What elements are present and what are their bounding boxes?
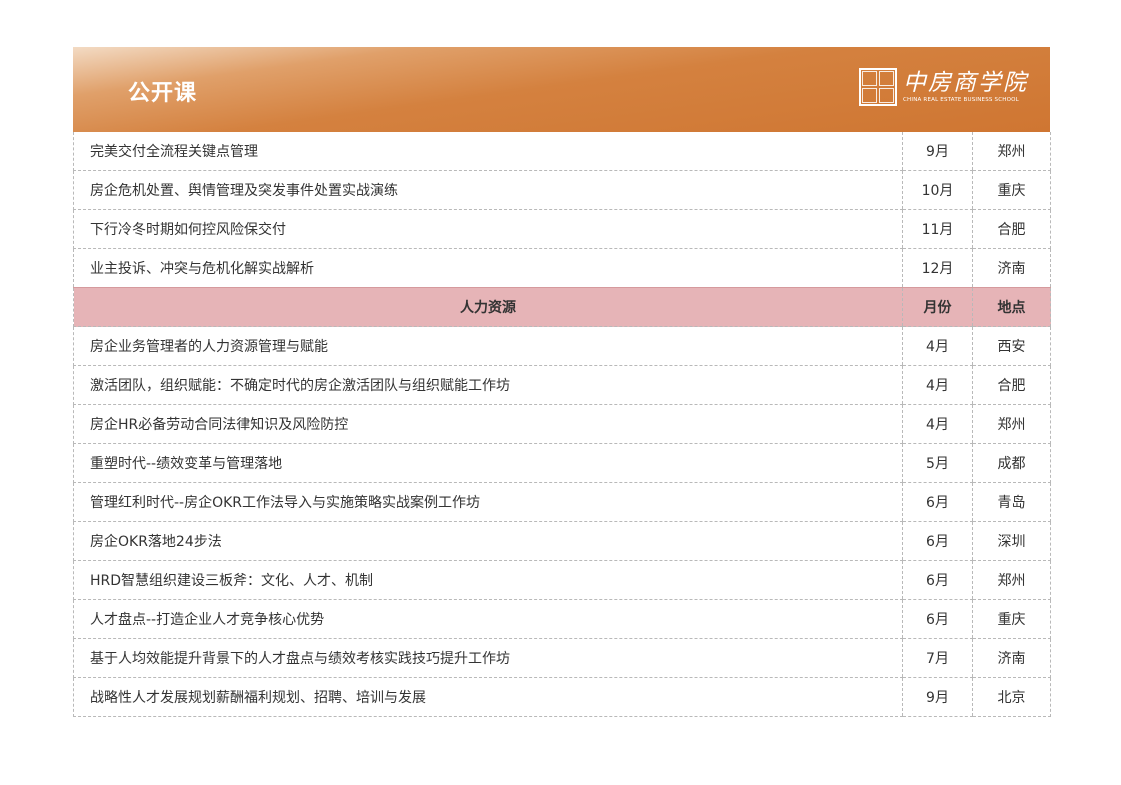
section-title: 人力资源 [73,287,903,327]
course-month: 6月 [902,599,973,639]
logo-chinese-name: 中房商学院 [903,70,1028,96]
course-month: 5月 [902,443,973,483]
course-city: 青岛 [972,482,1051,522]
table-row: 业主投诉、冲突与危机化解实战解析 12月 济南 [73,248,1051,288]
course-table: 完美交付全流程关键点管理 9月 郑州 房企危机处置、舆情管理及突发事件处置实战演… [73,132,1051,717]
course-name: 完美交付全流程关键点管理 [73,132,903,171]
table-row: 基于人均效能提升背景下的人才盘点与绩效考核实践技巧提升工作坊 7月 济南 [73,638,1051,678]
course-city: 郑州 [972,132,1051,171]
table-row: 房企业务管理者的人力资源管理与赋能 4月 西安 [73,326,1051,366]
course-month: 7月 [902,638,973,678]
course-name: 人才盘点--打造企业人才竞争核心优势 [73,599,903,639]
course-name: 激活团队，组织赋能：不确定时代的房企激活团队与组织赋能工作坊 [73,365,903,405]
seal-icon [859,68,897,106]
course-city: 合肥 [972,209,1051,249]
course-city: 济南 [972,248,1051,288]
course-name: 房企OKR落地24步法 [73,521,903,561]
table-row: 房企危机处置、舆情管理及突发事件处置实战演练 10月 重庆 [73,170,1051,210]
city-column-header: 地点 [972,287,1051,327]
table-row: 房企OKR落地24步法 6月 深圳 [73,521,1051,561]
course-month: 11月 [902,209,973,249]
table-row: 管理红利时代--房企OKR工作法导入与实施策略实战案例工作坊 6月 青岛 [73,482,1051,522]
course-city: 西安 [972,326,1051,366]
course-month: 6月 [902,560,973,600]
page-title: 公开课 [128,81,198,106]
course-name: 业主投诉、冲突与危机化解实战解析 [73,248,903,288]
course-name: 下行冷冬时期如何控风险保交付 [73,209,903,249]
course-month: 6月 [902,482,973,522]
table-row: 房企HR必备劳动合同法律知识及风险防控 4月 郑州 [73,404,1051,444]
logo-english-name: CHINA REAL ESTATE BUSINESS SCHOOL [903,97,1019,103]
course-city: 济南 [972,638,1051,678]
table-row: 重塑时代--绩效变革与管理落地 5月 成都 [73,443,1051,483]
course-month: 9月 [902,677,973,717]
course-name: 房企危机处置、舆情管理及突发事件处置实战演练 [73,170,903,210]
table-row: 激活团队，组织赋能：不确定时代的房企激活团队与组织赋能工作坊 4月 合肥 [73,365,1051,405]
table-row: 完美交付全流程关键点管理 9月 郑州 [73,132,1051,171]
course-city: 合肥 [972,365,1051,405]
course-month: 10月 [902,170,973,210]
course-month: 12月 [902,248,973,288]
course-name: 房企业务管理者的人力资源管理与赋能 [73,326,903,366]
table-row: 下行冷冬时期如何控风险保交付 11月 合肥 [73,209,1051,249]
course-name: 房企HR必备劳动合同法律知识及风险防控 [73,404,903,444]
course-month: 4月 [902,404,973,444]
course-month: 4月 [902,326,973,366]
course-city: 北京 [972,677,1051,717]
course-city: 重庆 [972,599,1051,639]
course-month: 6月 [902,521,973,561]
course-city: 成都 [972,443,1051,483]
course-month: 9月 [902,132,973,171]
course-name: HRD智慧组织建设三板斧：文化、人才、机制 [73,560,903,600]
course-city: 郑州 [972,560,1051,600]
table-row: 人才盘点--打造企业人才竞争核心优势 6月 重庆 [73,599,1051,639]
header-banner: 公开课 中房商学院 CHINA REAL ESTATE BUSINESS SCH… [73,47,1050,132]
course-name: 重塑时代--绩效变革与管理落地 [73,443,903,483]
course-city: 郑州 [972,404,1051,444]
course-name: 管理红利时代--房企OKR工作法导入与实施策略实战案例工作坊 [73,482,903,522]
month-column-header: 月份 [902,287,973,327]
course-name: 战略性人才发展规划薪酬福利规划、招聘、培训与发展 [73,677,903,717]
table-row: 战略性人才发展规划薪酬福利规划、招聘、培训与发展 9月 北京 [73,677,1051,717]
section-header-row: 人力资源 月份 地点 [73,287,1051,327]
course-city: 重庆 [972,170,1051,210]
course-month: 4月 [902,365,973,405]
table-row: HRD智慧组织建设三板斧：文化、人才、机制 6月 郑州 [73,560,1051,600]
course-city: 深圳 [972,521,1051,561]
course-name: 基于人均效能提升背景下的人才盘点与绩效考核实践技巧提升工作坊 [73,638,903,678]
school-logo: 中房商学院 CHINA REAL ESTATE BUSINESS SCHOOL [859,68,1028,106]
